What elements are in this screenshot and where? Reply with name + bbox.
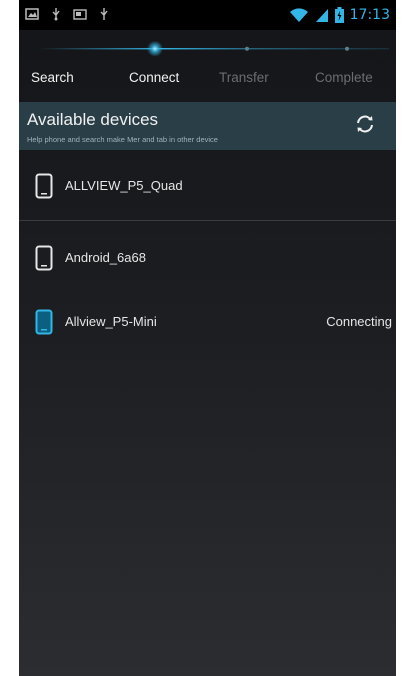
device-row[interactable]: ALLVIEW_P5_Quad xyxy=(19,150,396,222)
refresh-icon[interactable] xyxy=(353,112,377,136)
progress-dot-active xyxy=(147,40,163,57)
step-transfer: Transfer xyxy=(219,70,269,85)
usb-icon xyxy=(52,8,60,21)
device-name: Allview_P5-Mini xyxy=(65,314,157,329)
section-title: Available devices xyxy=(27,110,159,129)
device-row[interactable]: Android_6a68 xyxy=(19,222,396,294)
step-labels: Search Connect Transfer Complete xyxy=(19,70,396,92)
signal-icon xyxy=(315,9,328,22)
system-icons: 17:13 xyxy=(289,7,390,23)
progress-dot xyxy=(345,46,349,51)
device-name: Android_6a68 xyxy=(65,250,146,265)
clock: 17:13 xyxy=(349,7,390,23)
status-bar: 17:13 xyxy=(19,0,396,30)
wifi-icon xyxy=(289,8,308,22)
step-connect: Connect xyxy=(129,70,180,85)
device-state: Connecting xyxy=(326,314,392,329)
progress-track xyxy=(39,48,389,50)
image-notification-icon xyxy=(25,8,39,20)
available-devices-header: Available devices Help phone and search … xyxy=(19,102,396,150)
notification-icons xyxy=(25,7,111,21)
usb-icon xyxy=(100,8,108,20)
phone-screen: 17:13 Search Connect Transfer Complete A… xyxy=(19,0,396,676)
device-row[interactable]: Allview_P5-Mini Connecting xyxy=(19,286,396,358)
battery-icon xyxy=(334,7,344,23)
step-complete: Complete xyxy=(315,70,373,85)
device-name: ALLVIEW_P5_Quad xyxy=(65,178,183,193)
step-progress-indicator xyxy=(39,40,389,57)
progress-dot xyxy=(245,46,249,51)
phone-icon-active xyxy=(35,309,53,335)
phone-icon xyxy=(35,173,53,199)
section-hint: Help phone and search make Mer and tab i… xyxy=(27,135,218,144)
step-search: Search xyxy=(31,70,74,85)
screenshot-icon xyxy=(73,9,87,20)
phone-icon xyxy=(35,245,53,271)
list-divider xyxy=(19,220,396,221)
